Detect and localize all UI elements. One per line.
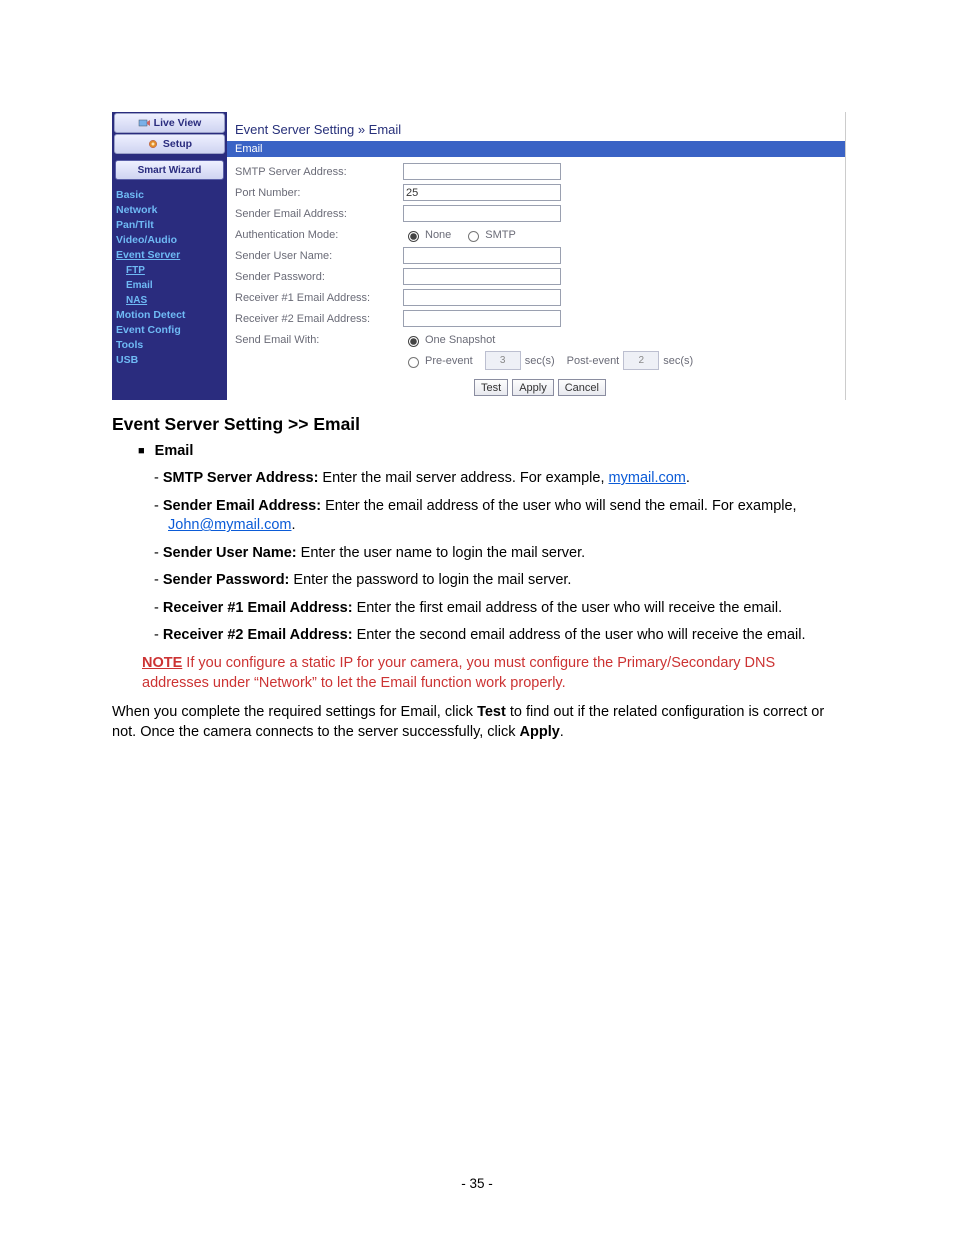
- doc-item-receiver2: Receiver #2 Email Address: Enter the sec…: [154, 626, 846, 646]
- select-post-event[interactable]: [623, 351, 659, 370]
- doc-item-sender-email: Sender Email Address: Enter the email ad…: [154, 497, 846, 536]
- page-number: - 35 -: [0, 1176, 954, 1191]
- label-send-with: Send Email With:: [235, 334, 399, 346]
- select-pre-event[interactable]: [485, 351, 521, 370]
- app-screenshot: Live View Setup Smart Wizard Basic Netwo…: [112, 112, 846, 400]
- link-mymail[interactable]: mymail.com: [609, 470, 686, 486]
- test-button[interactable]: Test: [474, 379, 508, 396]
- doc-item-receiver1: Receiver #1 Email Address: Enter the fir…: [154, 599, 846, 619]
- sidebar-item-tools[interactable]: Tools: [116, 338, 227, 353]
- sidebar-item-basic[interactable]: Basic: [116, 188, 227, 203]
- post-event-secs: sec(s): [663, 355, 693, 367]
- input-sender-pass[interactable]: [403, 268, 561, 285]
- label-sender-user: Sender User Name:: [235, 250, 399, 262]
- label-sender-email: Sender Email Address:: [235, 208, 399, 220]
- section-header: Email: [227, 141, 845, 157]
- input-sender-user[interactable]: [403, 247, 561, 264]
- sidebar-item-ftp[interactable]: FTP: [116, 263, 227, 278]
- doc-closing-paragraph: When you complete the required settings …: [112, 703, 846, 742]
- sidebar-item-nas[interactable]: NAS: [116, 293, 227, 308]
- doc-item-smtp: SMTP Server Address: Enter the mail serv…: [154, 469, 846, 489]
- label-port: Port Number:: [235, 187, 399, 199]
- apply-button[interactable]: Apply: [512, 379, 554, 396]
- input-receiver2[interactable]: [403, 310, 561, 327]
- pre-event-secs: sec(s): [525, 355, 555, 367]
- breadcrumb: Event Server Setting » Email: [227, 112, 845, 141]
- sidebar-item-usb[interactable]: USB: [116, 353, 227, 368]
- label-receiver2: Receiver #2 Email Address:: [235, 313, 399, 325]
- label-receiver1: Receiver #1 Email Address:: [235, 292, 399, 304]
- link-john-mymail[interactable]: John@mymail.com: [168, 517, 292, 533]
- doc-heading: Event Server Setting >> Email: [112, 414, 846, 435]
- label-auth-mode: Authentication Mode:: [235, 229, 399, 241]
- doc-email-header: Email: [112, 443, 846, 459]
- pre-event-label: Pre-event: [425, 355, 473, 367]
- doc-item-user: Sender User Name: Enter the user name to…: [154, 544, 846, 564]
- radio-auth-none-label: None: [425, 229, 451, 241]
- label-sender-pass: Sender Password:: [235, 271, 399, 283]
- input-port[interactable]: [403, 184, 561, 201]
- documentation: Event Server Setting >> Email Email SMTP…: [112, 414, 846, 742]
- main-panel: Event Server Setting » Email Email SMTP …: [227, 112, 845, 400]
- live-view-tab[interactable]: Live View: [114, 113, 225, 133]
- sidebar-item-motion-detect[interactable]: Motion Detect: [116, 308, 227, 323]
- cancel-button[interactable]: Cancel: [558, 379, 606, 396]
- radio-auth-none[interactable]: [408, 231, 419, 242]
- sidebar-item-event-server[interactable]: Event Server: [116, 248, 227, 263]
- doc-note: NOTE If you configure a static IP for yo…: [142, 654, 846, 693]
- label-smtp-server: SMTP Server Address:: [235, 166, 399, 178]
- email-form: SMTP Server Address: Port Number: Sender…: [227, 157, 845, 396]
- smart-wizard-label: Smart Wizard: [138, 165, 202, 176]
- radio-pre-post[interactable]: [408, 357, 419, 368]
- radio-auth-smtp-label: SMTP: [485, 229, 516, 241]
- input-sender-email[interactable]: [403, 205, 561, 222]
- doc-item-pass: Sender Password: Enter the password to l…: [154, 571, 846, 591]
- sidebar-item-email[interactable]: Email: [126, 280, 153, 291]
- button-row: Test Apply Cancel: [235, 371, 845, 396]
- post-event-label: Post-event: [567, 355, 620, 367]
- sidebar-item-video-audio[interactable]: Video/Audio: [116, 233, 227, 248]
- setup-label: Setup: [163, 138, 192, 150]
- radio-auth-smtp[interactable]: [468, 231, 479, 242]
- live-view-label: Live View: [154, 117, 202, 129]
- sidebar-item-pantilt[interactable]: Pan/Tilt: [116, 218, 227, 233]
- sidebar-item-event-config[interactable]: Event Config: [116, 323, 227, 338]
- smart-wizard-button[interactable]: Smart Wizard: [115, 160, 224, 180]
- radio-one-snapshot-label: One Snapshot: [425, 334, 495, 346]
- sidebar: Live View Setup Smart Wizard Basic Netwo…: [112, 112, 227, 400]
- setup-tab[interactable]: Setup: [114, 134, 225, 154]
- sidebar-item-network[interactable]: Network: [116, 203, 227, 218]
- input-receiver1[interactable]: [403, 289, 561, 306]
- input-smtp-server[interactable]: [403, 163, 561, 180]
- camera-icon: [138, 118, 150, 128]
- gear-icon: [147, 139, 159, 149]
- radio-one-snapshot[interactable]: [408, 336, 419, 347]
- sidebar-nav: Basic Network Pan/Tilt Video/Audio Event…: [112, 186, 227, 372]
